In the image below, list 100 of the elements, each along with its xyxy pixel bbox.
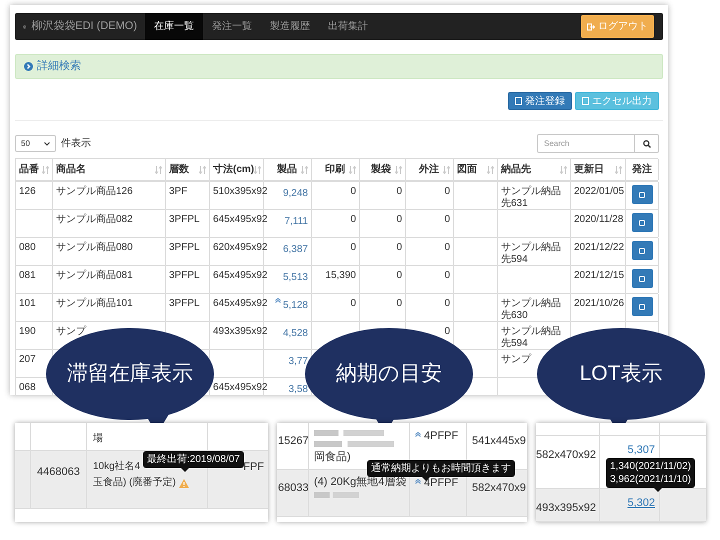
column-header[interactable]: 商品名 [56, 162, 86, 177]
tooltip: 最終出荷:2019/08/07 [143, 451, 244, 472]
table-cell: 645x495x92 [213, 382, 268, 394]
stock-link[interactable]: 9,248 [282, 186, 308, 201]
sign-out-icon [587, 22, 595, 30]
table-cell: 0 [350, 298, 356, 310]
table-cell: 0 [396, 298, 402, 310]
table-cell: 0 [444, 326, 450, 338]
column-header[interactable]: 印刷 [325, 162, 345, 177]
stock-link[interactable]: 3,58 [288, 382, 308, 395]
document-icon [582, 97, 589, 105]
search-field[interactable]: Search [537, 134, 635, 153]
stock-link[interactable]: 5,128 [282, 298, 308, 313]
blurred-text-drawing [314, 490, 359, 500]
table-cell-text: 玉食品) (廃番予定) [93, 476, 176, 490]
callout-text: 納期の目安 [336, 361, 442, 388]
table-cell: 645x495x92 [213, 214, 268, 226]
table-cell-text: サンプル納品先594 [501, 242, 562, 266]
table-cell: 645x495x92 [213, 298, 268, 310]
stock-link[interactable]: 7,111 [284, 214, 308, 229]
blurred-text-drawing [314, 428, 384, 438]
table-cell: 2021/10/26 [574, 298, 624, 310]
table-cell: サンプル商品082 [56, 214, 133, 226]
panel-title: 詳細検索 [37, 58, 81, 74]
table-cell: 4468063 [37, 466, 80, 478]
table-cell-text: サンプル納品先630 [501, 298, 562, 322]
stock-link[interactable]: 3,77 [288, 354, 308, 369]
table-cell: 15,390 [325, 270, 356, 282]
table-cell: 3PFPL [169, 242, 200, 254]
table-cell: 080 [19, 242, 36, 254]
square-icon [639, 192, 645, 198]
table-cell: サンプル商品126 [56, 186, 133, 198]
table-cell: 0 [444, 186, 450, 198]
search-panel[interactable]: 詳細検索 [15, 54, 663, 79]
nav-tab[interactable]: 発注一覧 [203, 13, 261, 40]
caret-icon [44, 142, 50, 146]
callout-text: 滞留在庫表示 [67, 361, 193, 388]
nav-tab[interactable]: 製造履歴 [261, 13, 319, 40]
order-button[interactable] [632, 213, 652, 232]
table-cell: 2020/11/28 [574, 214, 624, 226]
stock-link[interactable]: 5,513 [282, 270, 308, 285]
table-cell: 645x495x92 [213, 270, 268, 282]
order-button[interactable] [632, 297, 652, 316]
column-header[interactable]: 品番 [19, 162, 39, 177]
table-cell: 15267 [278, 435, 309, 447]
brand-title[interactable]: 柳沢袋袋EDI (DEMO) [31, 18, 137, 35]
nav-tab[interactable]: 在庫一覧 [145, 13, 203, 40]
column-header[interactable]: 層数 [169, 162, 189, 177]
table-cell-text: サンプル納品先631 [501, 186, 562, 210]
column-header[interactable]: 外注 [419, 162, 439, 177]
page-length-select[interactable]: 50 [15, 135, 56, 152]
square-icon [639, 304, 645, 310]
column-header[interactable]: 製品 [277, 162, 297, 177]
table-cell: サンプル商品081 [56, 270, 133, 282]
table-cell: 101 [19, 298, 36, 310]
stock-link[interactable]: 5,307 [627, 442, 655, 458]
tooltip: 1,340(2021/11/02) 3,962(2021/11/10) [606, 458, 695, 492]
table-cell: 0 [444, 214, 450, 226]
column-header[interactable]: 更新日 [574, 162, 604, 177]
table-cell: 493x395x92 [536, 502, 596, 514]
stock-link[interactable]: 6,387 [282, 242, 308, 257]
table-cell: サンプ [501, 354, 531, 366]
table-cell: 081 [19, 270, 36, 282]
nav-tab[interactable]: 出荷集計 [319, 13, 377, 40]
table-cell: 0 [444, 298, 450, 310]
table-cell: 0 [396, 214, 402, 226]
table-cell: 3PFPL [169, 298, 200, 310]
table-cell-text: 岡食品) [314, 450, 352, 464]
column-header[interactable]: 発注 [632, 162, 652, 177]
table-cell: 0 [444, 242, 450, 254]
table-cell-text: 4PFPF [424, 429, 458, 444]
chevron-circle-icon [24, 62, 33, 71]
table-cell: 2021/12/22 [574, 242, 624, 254]
table-cell: 620x495x92 [213, 242, 268, 254]
column-header[interactable]: 製袋 [371, 162, 391, 177]
square-icon [639, 248, 645, 254]
table-cell: 0 [350, 186, 356, 198]
action-button[interactable]: 発注登録 [508, 92, 572, 110]
table-cell: 3PFPL [169, 270, 200, 282]
column-header[interactable]: 寸法(cm) [213, 162, 254, 177]
table-cell: 541x445x9 [472, 435, 526, 447]
column-header[interactable]: 図面 [457, 162, 477, 177]
table-cell: 068 [19, 382, 36, 394]
table-cell-text: サンプル納品先594 [501, 326, 562, 350]
table-cell: サンプル商品101 [56, 298, 133, 310]
table-cell: 0 [396, 242, 402, 254]
column-header[interactable]: 納品先 [501, 162, 531, 177]
search-button[interactable] [635, 134, 659, 153]
stock-link[interactable]: 5,302 [627, 495, 655, 512]
table-cell: 493x395x92 [213, 326, 268, 338]
order-button[interactable] [632, 241, 652, 260]
table-cell: 582x470x9 [472, 482, 526, 494]
table-cell-text: FPF [243, 460, 264, 475]
search-icon [642, 140, 650, 148]
table-cell: (4) 20Kg無地4層袋 [314, 475, 404, 489]
table-cell: 582x470x92 [536, 449, 596, 461]
table-cell: 0 [444, 270, 450, 282]
stock-link[interactable]: 4,528 [282, 326, 308, 341]
order-button[interactable] [632, 269, 652, 288]
order-button[interactable] [632, 185, 652, 204]
